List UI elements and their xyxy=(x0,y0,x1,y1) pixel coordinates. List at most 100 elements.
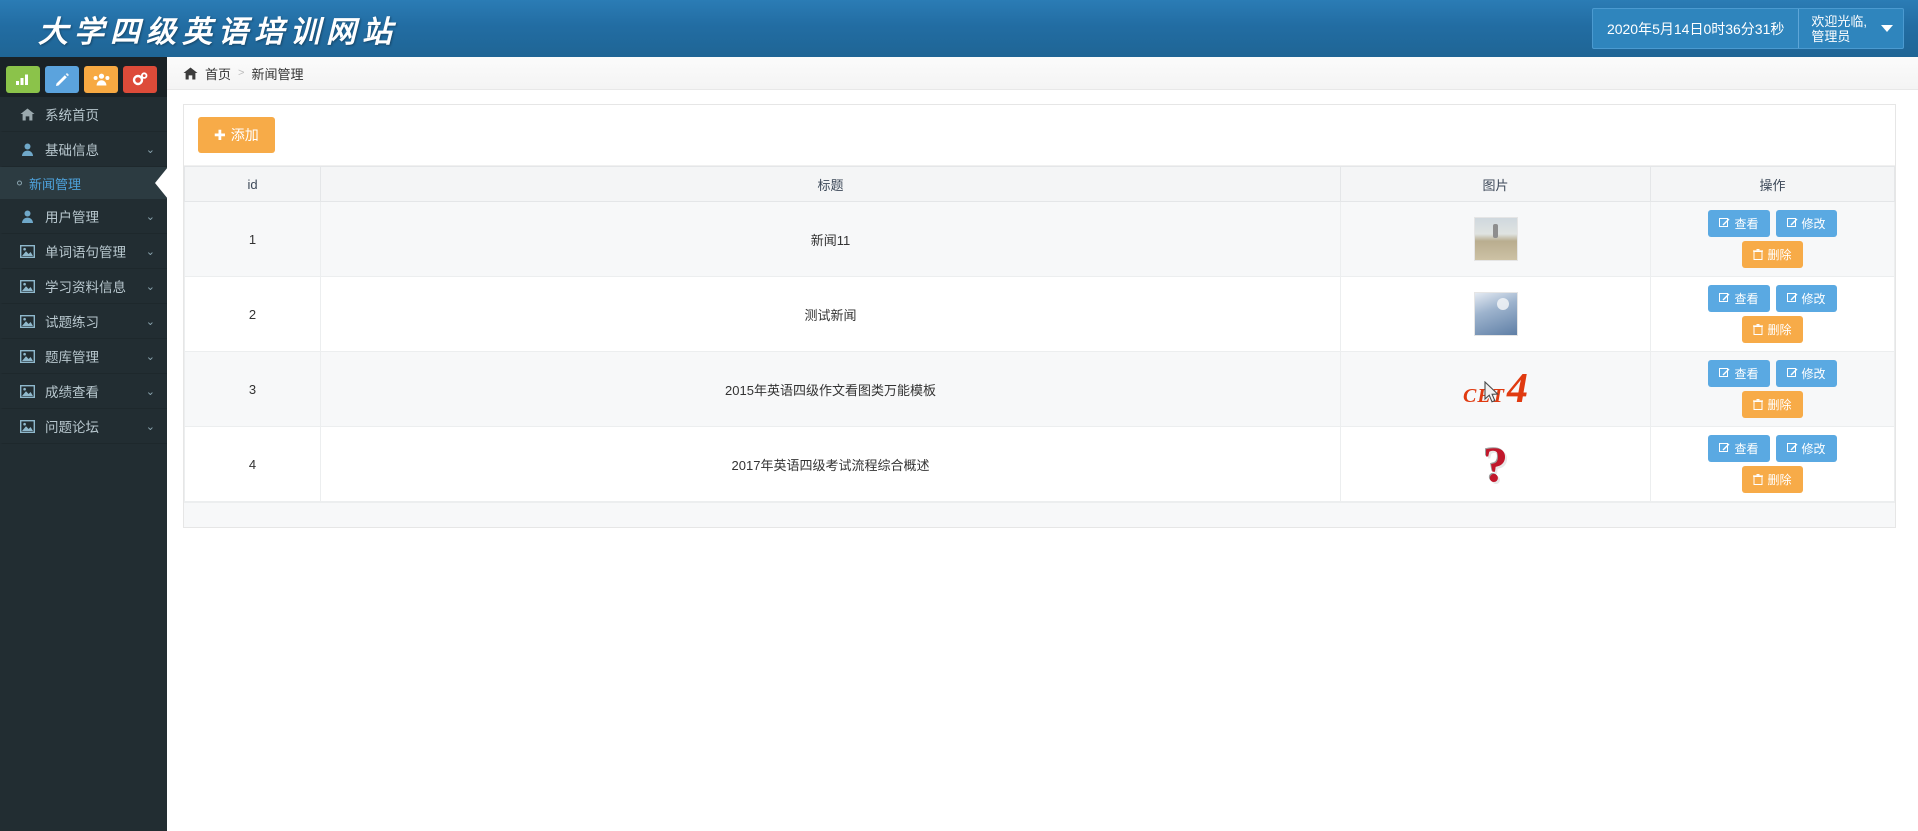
panel-footer xyxy=(184,502,1895,527)
user-greeting-label: 欢迎光临, 管理员 xyxy=(1811,13,1867,44)
sidebar-item-label: 单词语句管理 xyxy=(45,245,126,260)
gears-icon[interactable] xyxy=(123,65,157,93)
view-button-label: 查看 xyxy=(1734,442,1759,456)
table-row[interactable]: 2 测试新闻 查看 修改 删除 xyxy=(184,276,1895,352)
delete-button-label: 删除 xyxy=(1767,473,1792,487)
edit-button-label: 修改 xyxy=(1801,217,1826,231)
image-icon xyxy=(17,314,37,328)
delete-button-label: 删除 xyxy=(1767,248,1792,262)
cell-id: 1 xyxy=(184,201,321,277)
sidebar-item-label: 试题练习 xyxy=(45,315,99,330)
cell-actions: 查看 修改 删除 xyxy=(1650,351,1895,427)
site-title: 大学四级英语培训网站 xyxy=(38,15,398,49)
users-icon[interactable] xyxy=(84,65,118,93)
trash-icon xyxy=(1753,474,1764,485)
add-button-label: 添加 xyxy=(230,127,259,143)
chevron-down-icon: ⌄ xyxy=(145,420,155,433)
bar-chart-icon[interactable] xyxy=(6,65,40,93)
beach-photo-thumbnail[interactable] xyxy=(1473,217,1518,261)
delete-button[interactable]: 删除 xyxy=(1742,391,1803,418)
delete-button-label: 删除 xyxy=(1767,398,1792,412)
edit-button-label: 修改 xyxy=(1801,292,1826,306)
edit-square-icon xyxy=(1786,218,1798,229)
cell-actions: 查看 修改 删除 xyxy=(1650,426,1895,502)
cell-id: 4 xyxy=(184,426,321,502)
cell-id: 3 xyxy=(184,351,321,427)
view-button[interactable]: 查看 xyxy=(1708,285,1770,312)
sidebar-item-basic-info[interactable]: 基础信息 ⌄ xyxy=(0,132,167,167)
panel-toolbar: ✚ 添加 xyxy=(184,105,1895,166)
sidebar-item-score-view[interactable]: 成绩查看 ⌄ xyxy=(0,374,167,409)
table-row[interactable]: 4 2017年英语四级考试流程综合概述 ? 查看 修改 删除 xyxy=(184,426,1895,502)
table-row[interactable]: 3 2015年英语四级作文看图类万能模板 CET 4 查看 修改 删除 xyxy=(184,351,1895,427)
chevron-down-icon: ⌄ xyxy=(145,210,155,223)
cell-image xyxy=(1340,276,1651,352)
news-panel: ✚ 添加 id 标题 图片 操作 1 新闻11 查看 修改 删除 2 测试新闻 … xyxy=(183,104,1896,528)
edit-button[interactable]: 修改 xyxy=(1775,285,1837,312)
sidebar-item-question-bank-management[interactable]: 题库管理 ⌄ xyxy=(0,339,167,374)
delete-button[interactable]: 删除 xyxy=(1742,316,1803,343)
edit-button[interactable]: 修改 xyxy=(1775,435,1837,462)
table-header: id 标题 图片 操作 xyxy=(184,166,1895,202)
trash-icon xyxy=(1753,324,1764,335)
sidebar-item-news-management[interactable]: 新闻管理 xyxy=(0,167,167,199)
view-button[interactable]: 查看 xyxy=(1708,210,1770,237)
sidebar: 系统首页 基础信息 ⌄ 新闻管理 用户管理 ⌄ 单词语句管理 ⌄ 学习资料信息 … xyxy=(0,57,167,831)
plus-icon: ✚ xyxy=(214,126,226,143)
cell-image xyxy=(1340,201,1651,277)
table-header-row: id 标题 图片 操作 xyxy=(184,166,1895,202)
edit-button[interactable]: 修改 xyxy=(1775,360,1837,387)
add-button[interactable]: ✚ 添加 xyxy=(198,117,275,153)
trash-icon xyxy=(1753,249,1764,260)
chevron-down-icon: ⌄ xyxy=(145,245,155,258)
pencil-icon[interactable] xyxy=(45,65,79,93)
sidebar-item-study-material-info[interactable]: 学习资料信息 ⌄ xyxy=(0,269,167,304)
table-row[interactable]: 1 新闻11 查看 修改 删除 xyxy=(184,201,1895,277)
topbar-right-group: 2020年5月14日0时36分31秒 欢迎光临, 管理员 xyxy=(1591,8,1904,49)
delete-button[interactable]: 删除 xyxy=(1742,466,1803,493)
sidebar-item-label: 新闻管理 xyxy=(29,176,82,192)
cell-image: ? xyxy=(1340,426,1651,502)
sidebar-item-system-home[interactable]: 系统首页 xyxy=(0,97,167,132)
chevron-down-icon: ⌄ xyxy=(145,280,155,293)
image-icon xyxy=(17,279,37,293)
breadcrumb-current: 新闻管理 xyxy=(251,66,304,82)
sidebar-item-exam-practice[interactable]: 试题练习 ⌄ xyxy=(0,304,167,339)
sidebar-item-user-management[interactable]: 用户管理 ⌄ xyxy=(0,199,167,234)
cell-title: 新闻11 xyxy=(320,201,1341,277)
edit-square-icon xyxy=(1719,293,1730,304)
blue-photo-thumbnail[interactable] xyxy=(1473,292,1518,336)
chevron-down-icon[interactable] xyxy=(1881,25,1893,32)
trash-icon xyxy=(1753,399,1764,410)
cell-image: CET 4 xyxy=(1340,351,1651,427)
sidebar-item-label: 成绩查看 xyxy=(45,385,99,400)
sidebar-item-label: 系统首页 xyxy=(45,108,99,123)
red-question-mark[interactable]: ? xyxy=(1483,436,1508,492)
home-icon xyxy=(17,108,37,121)
delete-button[interactable]: 删除 xyxy=(1742,241,1803,268)
view-button[interactable]: 查看 xyxy=(1708,435,1770,462)
top-bar: 大学四级英语培训网站 2020年5月14日0时36分31秒 欢迎光临, 管理员 xyxy=(0,0,1918,57)
chevron-down-icon: ⌄ xyxy=(145,350,155,363)
edit-square-icon xyxy=(1786,293,1798,304)
breadcrumb-root[interactable]: 首页 xyxy=(205,64,231,83)
edit-square-icon xyxy=(1719,443,1730,454)
sidebar-quick-actions xyxy=(0,57,167,97)
column-header-image: 图片 xyxy=(1340,166,1651,202)
sidebar-item-word-sentence-management[interactable]: 单词语句管理 ⌄ xyxy=(0,234,167,269)
view-button[interactable]: 查看 xyxy=(1708,360,1770,387)
cet4-logo[interactable]: CET 4 xyxy=(1463,368,1528,410)
edit-square-icon xyxy=(1786,368,1798,379)
sidebar-item-label: 基础信息 xyxy=(45,143,99,158)
edit-button[interactable]: 修改 xyxy=(1775,210,1837,237)
edit-button-label: 修改 xyxy=(1801,442,1826,456)
user-menu[interactable]: 欢迎光临, 管理员 xyxy=(1799,9,1903,48)
home-icon[interactable] xyxy=(183,67,198,80)
edit-button-label: 修改 xyxy=(1801,367,1826,381)
sidebar-item-question-forum[interactable]: 问题论坛 ⌄ xyxy=(0,409,167,444)
view-button-label: 查看 xyxy=(1734,217,1759,231)
edit-square-icon xyxy=(1719,368,1730,379)
image-icon xyxy=(17,384,37,398)
sidebar-item-label: 问题论坛 xyxy=(45,420,99,435)
user-icon xyxy=(17,143,37,156)
